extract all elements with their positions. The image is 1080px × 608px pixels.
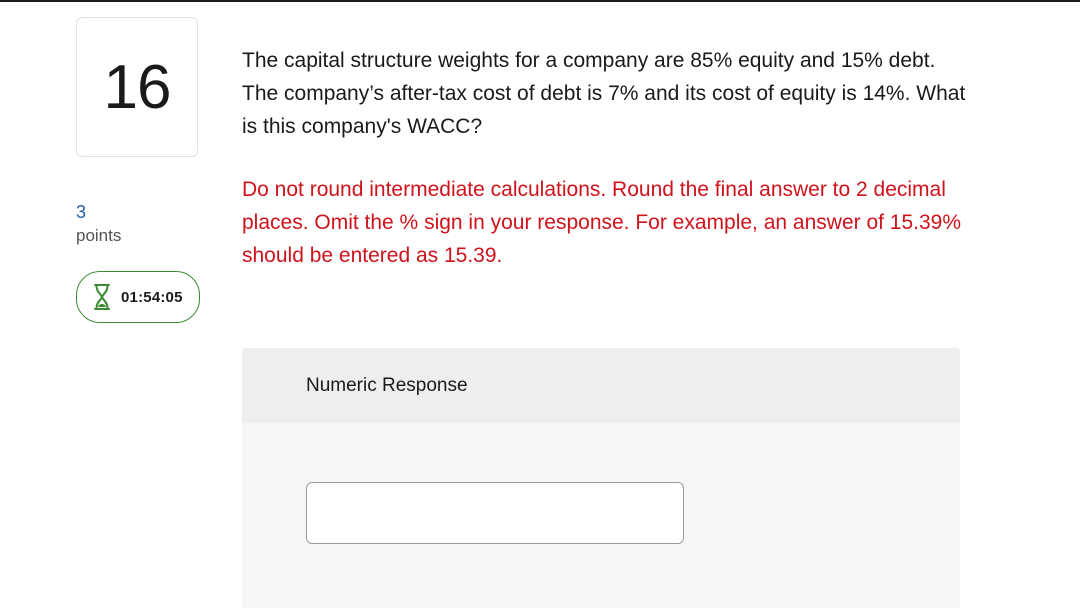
question-text: The capital structure weights for a comp… [242,49,966,138]
timer-badge[interactable]: 01:54:05 [76,271,200,323]
response-panel: Numeric Response [242,348,960,608]
points-value: 3 [76,202,87,222]
points-info: 3 points [76,202,198,248]
question-number: 16 [76,17,198,157]
points-label: points [76,226,122,245]
response-header: Numeric Response [242,348,960,423]
hourglass-icon [93,284,111,310]
top-divider [0,0,1080,2]
timer-text: 01:54:05 [121,288,183,306]
answer-instructions: Do not round intermediate calculations. … [242,178,962,267]
numeric-response-input[interactable] [306,482,684,544]
